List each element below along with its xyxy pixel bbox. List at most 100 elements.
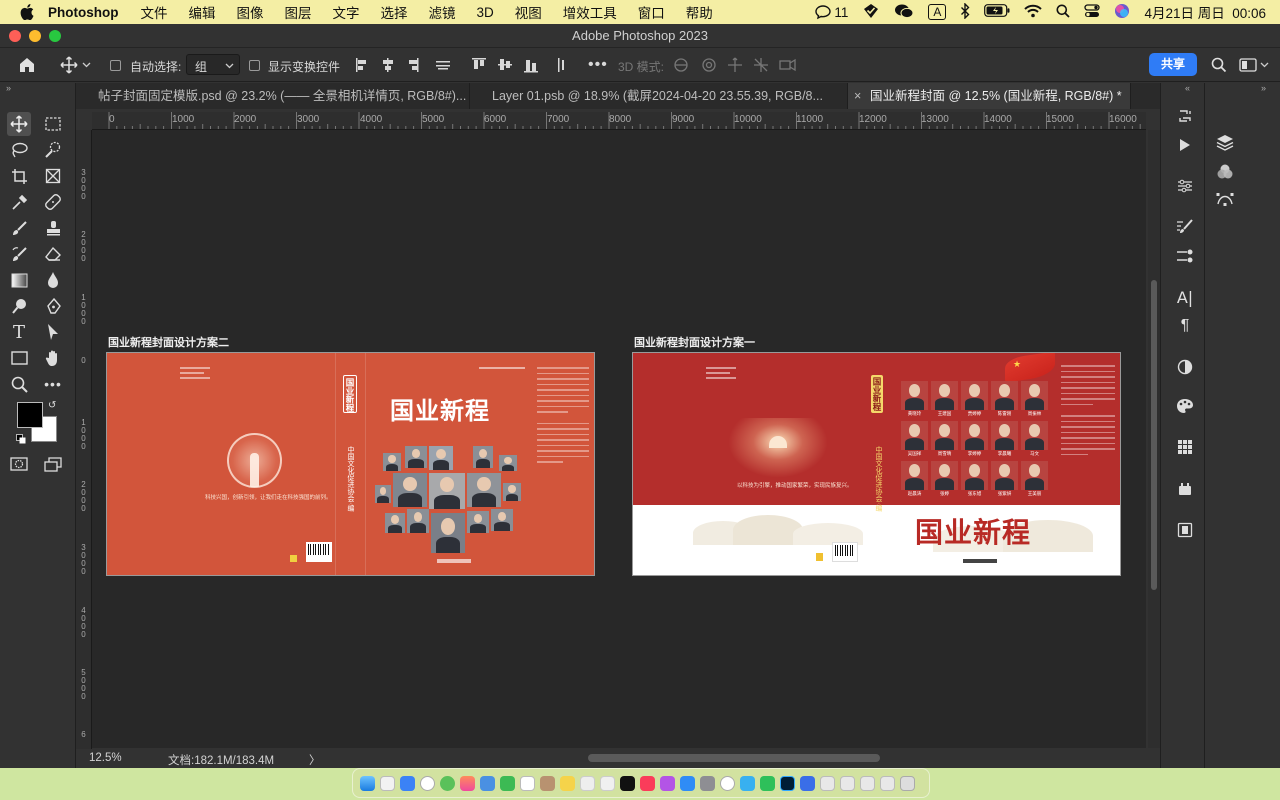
menu-view[interactable]: 视图 bbox=[515, 2, 542, 22]
trash-icon[interactable] bbox=[899, 775, 915, 791]
wechat-icon[interactable] bbox=[894, 3, 914, 22]
tab-document-3[interactable]: × 国业新程封面 @ 12.5% (国业新程, RGB/8#) * bbox=[848, 83, 1131, 109]
lasso-tool-icon[interactable] bbox=[7, 138, 31, 162]
healing-brush-tool-icon[interactable] bbox=[41, 190, 65, 214]
artboard-cover-scheme-2[interactable]: 科技兴国，创新引领，让我们走在科技强国的前列。 国业新程 中国文化促进协会·编 … bbox=[106, 352, 595, 576]
music-icon[interactable] bbox=[639, 775, 655, 791]
search-icon[interactable] bbox=[1211, 57, 1227, 76]
paragraph-panel-icon[interactable]: ¶ bbox=[1173, 315, 1197, 337]
artboard-label[interactable]: 国业新程封面设计方案二 bbox=[108, 334, 229, 350]
launchpad-icon[interactable] bbox=[379, 775, 395, 791]
menu-image[interactable]: 图像 bbox=[237, 2, 264, 22]
learn-panel-icon[interactable] bbox=[1173, 519, 1197, 541]
auto-select-dropdown[interactable]: 组 bbox=[186, 54, 240, 75]
mail-icon[interactable] bbox=[399, 775, 415, 791]
close-window-button[interactable] bbox=[9, 30, 21, 42]
rectangle-tool-icon[interactable] bbox=[7, 346, 31, 370]
zoom-level[interactable]: 12.5% bbox=[89, 752, 122, 764]
chrome-icon[interactable] bbox=[719, 775, 735, 791]
screen-mode-icon[interactable] bbox=[41, 452, 65, 476]
artboard-cover-scheme-1[interactable]: 以科技为引擎，推动国家繁荣，实现民族复兴。 国业新程 中国文化促进协会·编 ★ … bbox=[632, 352, 1121, 576]
menu-help[interactable]: 帮助 bbox=[686, 2, 713, 22]
messages-icon[interactable] bbox=[439, 775, 455, 791]
share-button[interactable]: 共享 bbox=[1149, 53, 1197, 76]
collapse-toolbar-icon[interactable]: » bbox=[6, 83, 11, 93]
character-panel-icon[interactable]: A| bbox=[1173, 286, 1197, 308]
zoom-tool-icon[interactable] bbox=[7, 372, 31, 396]
brush-settings-panel-icon[interactable] bbox=[1173, 216, 1197, 238]
tab-document-1[interactable]: 帖子封面固定模版.psd @ 23.2% (—— 全景相机详情页, RGB/8#… bbox=[76, 83, 470, 109]
brush-tool-icon[interactable] bbox=[7, 216, 31, 240]
channels-panel-icon[interactable] bbox=[1213, 160, 1237, 182]
workspace-icon[interactable] bbox=[1239, 58, 1269, 72]
swap-colors-icon[interactable]: ↺ bbox=[48, 400, 56, 411]
zoom-window-button[interactable] bbox=[49, 30, 61, 42]
finder-icon[interactable] bbox=[359, 775, 375, 791]
siri-icon[interactable] bbox=[1114, 3, 1130, 22]
hand-tool-icon[interactable] bbox=[41, 346, 65, 370]
app-dock-icon[interactable] bbox=[799, 775, 815, 791]
history-brush-tool-icon[interactable] bbox=[7, 242, 31, 266]
show-transform-checkbox[interactable] bbox=[249, 60, 260, 71]
menu-select[interactable]: 选择 bbox=[381, 2, 408, 22]
quick-mask-icon[interactable] bbox=[7, 452, 31, 476]
marquee-tool-icon[interactable] bbox=[41, 112, 65, 136]
history-panel-icon[interactable] bbox=[1173, 105, 1197, 127]
move-tool-preset-icon[interactable] bbox=[60, 56, 91, 74]
system-settings-icon[interactable] bbox=[699, 775, 715, 791]
menu-edit[interactable]: 编辑 bbox=[189, 2, 216, 22]
document-dock-icon[interactable] bbox=[859, 775, 875, 791]
home-icon[interactable] bbox=[18, 56, 36, 76]
battery-icon[interactable] bbox=[984, 4, 1010, 20]
artboard-label[interactable]: 国业新程封面设计方案一 bbox=[634, 334, 755, 350]
align-buttons-group[interactable] bbox=[352, 56, 582, 74]
wechat-work-icon[interactable] bbox=[479, 775, 495, 791]
pen-tool-icon[interactable] bbox=[41, 294, 65, 318]
eyedropper-tool-icon[interactable] bbox=[7, 190, 31, 214]
document-dock-icon[interactable] bbox=[819, 775, 835, 791]
wechat-dock-icon[interactable] bbox=[759, 775, 775, 791]
move-tool-icon[interactable] bbox=[7, 112, 31, 136]
horizontal-scrollbar[interactable] bbox=[316, 754, 1146, 763]
more-options-icon[interactable]: ••• bbox=[588, 56, 608, 74]
minimize-window-button[interactable] bbox=[29, 30, 41, 42]
menu-filter[interactable]: 滤镜 bbox=[429, 2, 456, 22]
contacts-icon[interactable] bbox=[539, 775, 555, 791]
reminders-icon[interactable] bbox=[579, 775, 595, 791]
quick-selection-tool-icon[interactable] bbox=[41, 138, 65, 162]
check-badge-icon[interactable] bbox=[862, 3, 880, 22]
document-dock-icon[interactable] bbox=[839, 775, 855, 791]
document-canvas[interactable]: 国业新程封面设计方案二 科技兴国，创新引领，让我们走在科技强国的前列。 国业新程… bbox=[92, 130, 1146, 748]
adjustments-panel-icon[interactable] bbox=[1173, 175, 1197, 197]
color-panel-icon[interactable] bbox=[1173, 395, 1197, 417]
safari-icon[interactable] bbox=[419, 775, 435, 791]
eraser-tool-icon[interactable] bbox=[41, 242, 65, 266]
podcasts-icon[interactable] bbox=[659, 775, 675, 791]
stamp-tool-icon[interactable] bbox=[41, 216, 65, 240]
libraries-panel-icon[interactable] bbox=[1173, 478, 1197, 500]
tab-close-icon[interactable]: × bbox=[854, 83, 861, 109]
more-tools-icon[interactable]: ••• bbox=[41, 372, 65, 396]
blur-tool-icon[interactable] bbox=[41, 268, 65, 292]
swatches-panel-icon[interactable] bbox=[1173, 436, 1197, 458]
freeform-icon[interactable] bbox=[599, 775, 615, 791]
qq-icon[interactable] bbox=[739, 775, 755, 791]
calendar-icon[interactable] bbox=[519, 775, 535, 791]
layers-panel-icon[interactable] bbox=[1213, 131, 1237, 153]
photos-icon[interactable] bbox=[459, 775, 475, 791]
menu-file[interactable]: 文件 bbox=[141, 2, 168, 22]
scrollbar-thumb[interactable] bbox=[1151, 280, 1157, 590]
paths-panel-icon[interactable] bbox=[1213, 188, 1237, 210]
chat-bubble-icon[interactable]: 11 bbox=[814, 4, 848, 20]
document-dock-icon[interactable] bbox=[879, 775, 895, 791]
menu-3d[interactable]: 3D bbox=[477, 5, 494, 20]
dodge-tool-icon[interactable] bbox=[7, 294, 31, 318]
collapse-panels-icon[interactable]: » bbox=[1261, 83, 1266, 93]
menu-type[interactable]: 文字 bbox=[333, 2, 360, 22]
foreground-color-swatch[interactable] bbox=[17, 402, 43, 428]
auto-select-checkbox[interactable] bbox=[110, 60, 121, 71]
default-colors-icon[interactable] bbox=[16, 433, 26, 444]
input-method-indicator[interactable]: A bbox=[928, 4, 947, 20]
app-menu[interactable]: Photoshop bbox=[48, 5, 119, 20]
menu-layer[interactable]: 图层 bbox=[285, 2, 312, 22]
